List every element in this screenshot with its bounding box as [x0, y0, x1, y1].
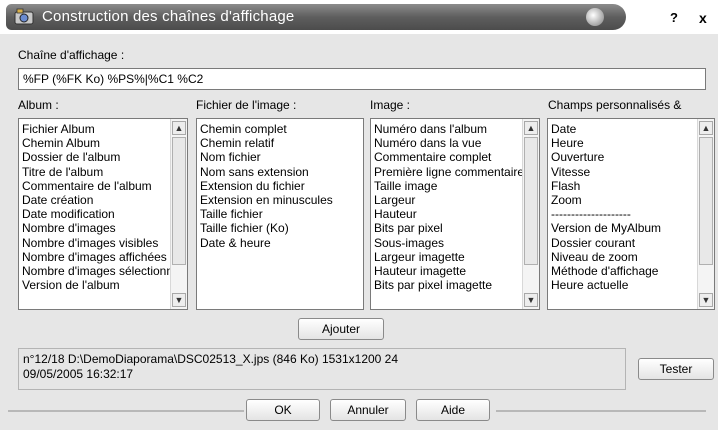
list-item[interactable]: Fichier Album — [22, 122, 187, 136]
ok-button[interactable]: OK — [246, 399, 320, 421]
image-listbox[interactable]: Numéro dans l'album Numéro dans la vue C… — [370, 118, 540, 310]
scroll-down-arrow-icon[interactable]: ▼ — [699, 293, 713, 307]
close-button[interactable]: x — [699, 10, 707, 26]
test-button[interactable]: Tester — [638, 358, 714, 380]
custom-fields-listbox[interactable]: Date Heure Ouverture Vitesse Flash Zoom … — [547, 118, 715, 310]
list-item[interactable]: Vitesse — [551, 165, 714, 179]
list-item[interactable]: Chemin relatif — [200, 136, 363, 150]
list-item[interactable]: Nom sans extension — [200, 165, 363, 179]
custom-fields-label: Champs personnalisés & — [548, 98, 682, 112]
list-item[interactable]: Sous-images — [374, 236, 539, 250]
list-item[interactable]: Date création — [22, 193, 187, 207]
list-item[interactable]: Hauteur imagette — [374, 264, 539, 278]
scrollbar-thumb[interactable] — [172, 137, 186, 265]
divider-right — [496, 410, 706, 412]
list-item[interactable]: Chemin Album — [22, 136, 187, 150]
album-scrollbar[interactable]: ▲ ▼ — [170, 119, 187, 309]
list-item[interactable]: Hauteur — [374, 207, 539, 221]
list-item[interactable]: Ouverture — [551, 150, 714, 164]
list-item[interactable]: Commentaire complet — [374, 150, 539, 164]
list-item[interactable]: Numéro dans la vue — [374, 136, 539, 150]
list-item[interactable]: Bits par pixel imagette — [374, 278, 539, 292]
scroll-down-arrow-icon[interactable]: ▼ — [172, 293, 186, 307]
app-icon — [14, 8, 36, 26]
scroll-up-arrow-icon[interactable]: ▲ — [524, 121, 538, 135]
scrollbar-thumb[interactable] — [699, 137, 713, 265]
image-scrollbar[interactable]: ▲ ▼ — [522, 119, 539, 309]
list-item[interactable]: Date modification — [22, 207, 187, 221]
list-item[interactable]: Dossier courant — [551, 236, 714, 250]
list-item[interactable]: Date & heure — [200, 236, 363, 250]
list-item[interactable]: Heure — [551, 136, 714, 150]
custom-fields-scrollbar[interactable]: ▲ ▼ — [697, 119, 714, 309]
list-item[interactable]: Nombre d'images sélectionnées — [22, 264, 187, 278]
image-file-listbox[interactable]: Chemin complet Chemin relatif Nom fichie… — [196, 118, 364, 310]
list-item[interactable]: Commentaire de l'album — [22, 179, 187, 193]
preview-panel: n°12/18 D:\DemoDiaporama\DSC02513_X.jps … — [18, 348, 626, 390]
list-item[interactable]: Taille image — [374, 179, 539, 193]
album-listbox[interactable]: Fichier Album Chemin Album Dossier de l'… — [18, 118, 188, 310]
divider-left — [8, 410, 244, 412]
list-item[interactable]: Nombre d'images visibles — [22, 236, 187, 250]
list-item[interactable]: Flash — [551, 179, 714, 193]
preview-line-2: 09/05/2005 16:32:17 — [23, 367, 134, 381]
title-orb-icon — [586, 8, 604, 26]
list-item[interactable]: Taille fichier — [200, 207, 363, 221]
list-item[interactable]: Version de MyAlbum — [551, 221, 714, 235]
display-string-label: Chaîne d'affichage : — [18, 48, 125, 62]
list-item[interactable]: Nombre d'images — [22, 221, 187, 235]
scrollbar-thumb[interactable] — [524, 137, 538, 265]
image-label: Image : — [370, 98, 411, 112]
list-item[interactable]: Extension en minuscules — [200, 193, 363, 207]
list-item[interactable]: Niveau de zoom — [551, 250, 714, 264]
list-item[interactable]: Nombre d'images affichées — [22, 250, 187, 264]
list-item[interactable]: Nom fichier — [200, 150, 363, 164]
scroll-up-arrow-icon[interactable]: ▲ — [699, 121, 713, 135]
list-item[interactable]: Première ligne commentaire — [374, 165, 539, 179]
list-item[interactable]: Méthode d'affichage — [551, 264, 714, 278]
dialog-window: Construction des chaînes d'affichage ? x… — [0, 0, 718, 430]
help-button[interactable]: Aide — [416, 399, 490, 421]
window-title: Construction des chaînes d'affichage — [42, 8, 295, 25]
title-bar: Construction des chaînes d'affichage ? x — [0, 0, 718, 34]
list-item[interactable]: Titre de l'album — [22, 165, 187, 179]
list-item[interactable]: Numéro dans l'album — [374, 122, 539, 136]
album-label: Album : — [18, 98, 59, 112]
list-item[interactable]: Heure actuelle — [551, 278, 714, 292]
scroll-down-arrow-icon[interactable]: ▼ — [524, 293, 538, 307]
preview-line-1: n°12/18 D:\DemoDiaporama\DSC02513_X.jps … — [23, 352, 399, 366]
list-item[interactable]: Version de l'album — [22, 278, 187, 292]
scroll-up-arrow-icon[interactable]: ▲ — [172, 121, 186, 135]
cancel-button[interactable]: Annuler — [330, 399, 406, 421]
list-item[interactable]: Largeur imagette — [374, 250, 539, 264]
list-item[interactable]: Chemin complet — [200, 122, 363, 136]
help-title-button[interactable]: ? — [670, 10, 678, 25]
image-file-label: Fichier de l'image : — [196, 98, 297, 112]
list-item[interactable]: Bits par pixel — [374, 221, 539, 235]
list-separator: -------------------- — [551, 207, 631, 222]
display-string-input[interactable]: %FP (%FK Ko) %PS%|%C1 %C2 — [18, 68, 706, 90]
list-item[interactable]: Largeur — [374, 193, 539, 207]
add-button[interactable]: Ajouter — [298, 318, 384, 340]
list-item[interactable]: Extension du fichier — [200, 179, 363, 193]
list-item[interactable]: Dossier de l'album — [22, 150, 187, 164]
list-item[interactable]: Zoom — [551, 193, 714, 207]
list-item[interactable]: Date — [551, 122, 714, 136]
list-item[interactable]: Taille fichier (Ko) — [200, 221, 363, 235]
